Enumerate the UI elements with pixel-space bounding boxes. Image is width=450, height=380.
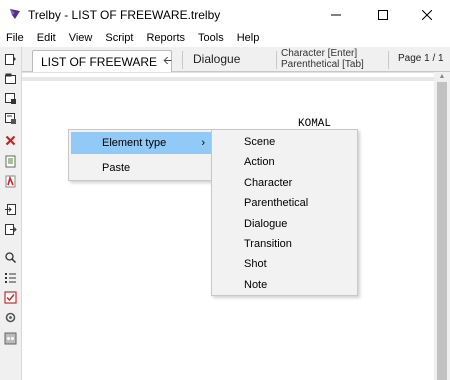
current-element-type: Dialogue [193, 52, 241, 66]
menu-script[interactable]: Script [98, 29, 139, 47]
menu-file[interactable]: File [0, 29, 30, 47]
vertical-scrollbar[interactable]: ▲ [434, 72, 450, 380]
pdf-export-icon[interactable] [3, 174, 18, 189]
submenu-item-dialogue[interactable]: Dialogue [214, 214, 357, 234]
save-icon[interactable] [3, 91, 18, 106]
page-top-margin [22, 77, 434, 81]
minimize-icon [331, 14, 341, 15]
scroll-up-icon[interactable]: ▲ [437, 72, 447, 81]
menu-edit[interactable]: Edit [30, 29, 62, 47]
keyboard-hint: Character [Enter] Parenthetical [Tab] [281, 48, 364, 70]
menu-tools[interactable]: Tools [191, 29, 230, 47]
find-icon[interactable] [3, 250, 18, 265]
tab-list-of-freeware[interactable]: LIST OF FREEWARE [32, 50, 172, 72]
menu-item-label: Element type [102, 137, 167, 149]
left-toolbar [0, 47, 22, 380]
window-title: Trelby - LIST OF FREEWARE.trelby [28, 8, 221, 22]
save-as-icon[interactable] [3, 111, 18, 126]
submenu-item-shot[interactable]: Shot [214, 254, 357, 274]
submenu-item-transition[interactable]: Transition [214, 234, 357, 254]
script-settings-icon[interactable] [3, 154, 18, 169]
separator [388, 51, 389, 69]
open-icon[interactable] [3, 71, 18, 86]
scrollbar-thumb[interactable] [437, 82, 447, 380]
menu-item-paste[interactable]: Paste [71, 157, 213, 179]
import-icon[interactable] [3, 202, 18, 217]
tabs-bar: LIST OF FREEWARE 🡨 Dialogue Character [E… [22, 47, 450, 72]
about-icon[interactable] [3, 331, 18, 346]
element-type-submenu: Scene Action Character Parenthetical Dia… [211, 129, 358, 296]
settings-icon[interactable] [3, 310, 18, 325]
trelby-logo-icon [10, 9, 20, 19]
maximize-icon [378, 9, 388, 20]
menu-view[interactable]: View [62, 29, 99, 47]
separator [182, 51, 183, 69]
maximize-button[interactable] [360, 0, 406, 29]
tab-label: LIST OF FREEWARE [41, 55, 158, 69]
close-document-icon[interactable] [3, 133, 18, 148]
export-icon[interactable] [3, 222, 18, 237]
submenu-item-parenthetical[interactable]: Parenthetical [214, 193, 357, 213]
menu-bar: File Edit View Script Reports Tools Help [0, 29, 450, 47]
context-menu: Element type › Paste [68, 129, 214, 181]
character-list-icon[interactable] [3, 270, 18, 285]
menu-item-label: Paste [102, 162, 131, 174]
title-bar: Trelby - LIST OF FREEWARE.trelby [0, 0, 450, 29]
tab-scroll-left-icon[interactable]: 🡨 [163, 52, 172, 71]
submenu-item-scene[interactable]: Scene [214, 132, 357, 152]
new-document-icon[interactable] [3, 52, 18, 67]
submenu-arrow-icon: › [201, 137, 205, 149]
page-indicator: Page 1 / 1 [398, 53, 444, 64]
hint-enter: Character [Enter] [281, 48, 358, 59]
close-icon [422, 9, 432, 20]
minimize-button[interactable] [313, 0, 359, 29]
close-button[interactable] [404, 0, 450, 29]
menu-reports[interactable]: Reports [139, 29, 191, 47]
submenu-item-note[interactable]: Note [214, 275, 357, 295]
spellcheck-icon[interactable] [3, 290, 18, 305]
hint-tab: Parenthetical [Tab] [281, 59, 364, 70]
submenu-item-character[interactable]: Character [214, 173, 357, 193]
menu-help[interactable]: Help [230, 29, 266, 47]
separator [276, 51, 277, 69]
menu-item-element-type[interactable]: Element type › [71, 132, 213, 154]
submenu-item-action[interactable]: Action [214, 152, 357, 172]
